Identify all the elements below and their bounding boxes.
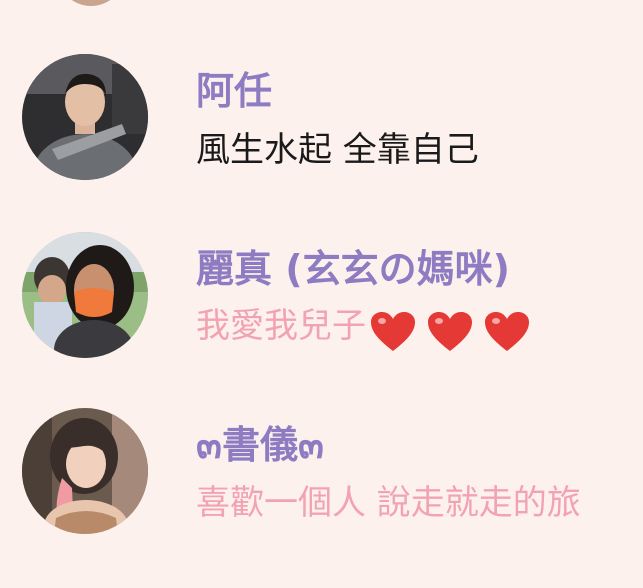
- heart-emoji-icon: [427, 311, 473, 353]
- avatar-photo: [22, 54, 148, 180]
- avatar[interactable]: [22, 54, 148, 180]
- avatar[interactable]: [22, 232, 148, 358]
- contact-name: ๓書儀๓: [196, 423, 324, 467]
- contact-status: 風生水起 全靠自己: [196, 130, 479, 170]
- avatar-photo: [22, 408, 148, 534]
- contact-status: 喜歡一個人 說走就走的旅: [196, 483, 581, 523]
- contact-name: 阿任: [196, 69, 273, 113]
- contact-name: 麗真 (玄玄の媽咪): [196, 247, 510, 291]
- heart-emoji-icon: [484, 311, 530, 353]
- contact-list: 阿任 風生水起 全靠自己 麗真 (玄玄の媽咪) 我愛我兒子 ๓書儀๓ 喜歡一個人…: [0, 0, 643, 588]
- heart-emojis: [370, 311, 541, 353]
- heart-emoji-icon: [370, 311, 416, 353]
- status-text: 我愛我兒子: [196, 306, 366, 346]
- contact-status: 我愛我兒子: [196, 309, 541, 353]
- avatar-photo: [22, 232, 148, 358]
- avatar-partial[interactable]: [57, 0, 125, 6]
- avatar[interactable]: [22, 408, 148, 534]
